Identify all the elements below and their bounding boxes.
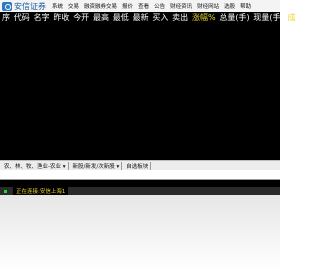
menu-announcement[interactable]: 公告 bbox=[154, 2, 165, 10]
col-header-ask[interactable]: 卖出 bbox=[172, 13, 188, 23]
brand-icon bbox=[2, 1, 12, 11]
info-panel bbox=[0, 170, 280, 180]
menu-trade[interactable]: 交易 bbox=[68, 2, 79, 10]
col-header-open[interactable]: 今开 bbox=[73, 13, 89, 23]
col-header-name[interactable]: 名字 bbox=[34, 13, 50, 23]
sector-tab-strip: 农、林、牧、渔业-农业 ▾ 新股/新发/次新股 ▾ 自选板块 bbox=[0, 160, 280, 170]
col-header-last[interactable]: 最新 bbox=[133, 13, 149, 23]
menu-view[interactable]: 查看 bbox=[138, 2, 149, 10]
app-title: 安信证券 bbox=[14, 1, 46, 11]
col-header-high[interactable]: 最高 bbox=[93, 13, 109, 23]
col-header-bid[interactable]: 买入 bbox=[152, 13, 168, 23]
menu-finance-sites[interactable]: 财经网站 bbox=[197, 2, 219, 10]
sector-tab-new-stocks[interactable]: 新股/新发/次新股 ▾ bbox=[71, 161, 123, 170]
empty-area bbox=[0, 195, 280, 270]
lower-panel: 正在连接:安信上海1 bbox=[0, 180, 280, 270]
col-header-more[interactable]: 成 bbox=[287, 13, 295, 23]
col-header-prev-close[interactable]: 昨收 bbox=[53, 13, 69, 23]
connection-status: 正在连接:安信上海1 bbox=[13, 187, 69, 195]
col-header-index[interactable]: 序 bbox=[2, 13, 10, 23]
connection-indicator-icon bbox=[4, 189, 7, 193]
app-logo: 安信证券 bbox=[2, 1, 46, 12]
menu-finance-info[interactable]: 财经资讯 bbox=[170, 2, 192, 10]
sector-tab-watchlist[interactable]: 自选板块 bbox=[124, 161, 152, 170]
ticker-row bbox=[0, 180, 280, 187]
menu-help[interactable]: 帮助 bbox=[240, 2, 251, 10]
col-header-volume[interactable]: 总量(手) bbox=[219, 13, 249, 23]
col-header-current-volume[interactable]: 现量(手) bbox=[253, 13, 283, 23]
quote-table[interactable]: 序 代码 名字 昨收 今开 最高 最低 最新 买入 卖出 涨幅% 总量(手) 现… bbox=[0, 12, 295, 160]
sector-tab-agriculture[interactable]: 农、林、牧、渔业-农业 ▾ bbox=[2, 161, 69, 170]
col-header-code[interactable]: 代码 bbox=[14, 13, 30, 23]
status-bar: 正在连接:安信上海1 bbox=[0, 187, 280, 195]
menu-quote[interactable]: 报价 bbox=[122, 2, 133, 10]
quote-table-header: 序 代码 名字 昨收 今开 最高 最低 最新 买入 卖出 涨幅% 总量(手) 现… bbox=[2, 13, 299, 23]
col-header-change-pct[interactable]: 涨幅% bbox=[192, 13, 216, 23]
menu-stock-picker[interactable]: 选股 bbox=[224, 2, 235, 10]
menu-system[interactable]: 系统 bbox=[52, 2, 63, 10]
col-header-low[interactable]: 最低 bbox=[113, 13, 129, 23]
menu-margin-trade[interactable]: 融资融券交易 bbox=[84, 2, 117, 10]
